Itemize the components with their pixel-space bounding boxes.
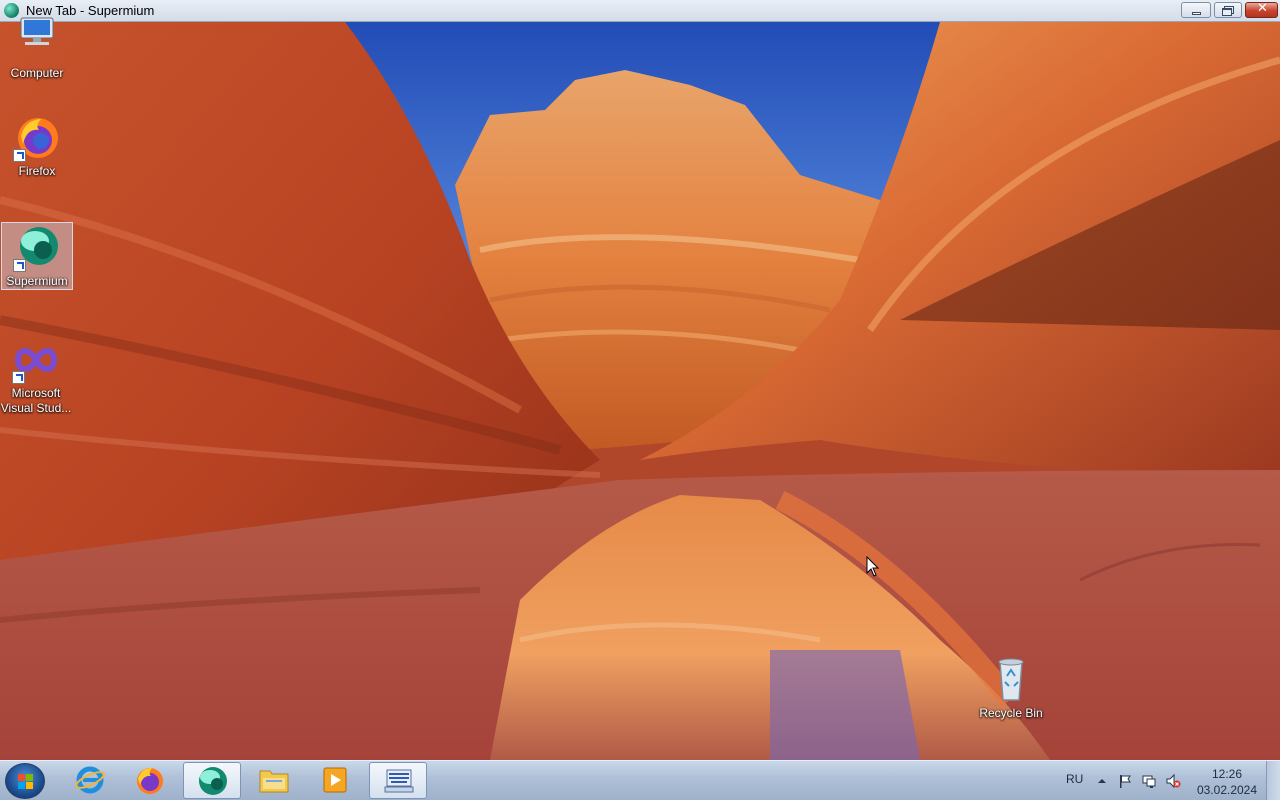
shortcut-arrow-icon	[13, 259, 26, 272]
clock-date: 03.02.2024	[1196, 783, 1258, 797]
folder-icon	[259, 770, 289, 793]
desktop-icon-label: Firefox	[18, 164, 56, 178]
show-hidden-icons-icon[interactable]	[1094, 773, 1110, 789]
desktop-wallpaper	[0, 0, 1280, 800]
mouse-cursor-icon	[866, 556, 880, 577]
media-player-icon	[323, 767, 347, 793]
internet-explorer-icon	[75, 766, 105, 794]
desktop-icon-label: Microsoft Visual Stud...	[0, 386, 72, 415]
close-button[interactable]: ✕	[1245, 1, 1278, 18]
taskbar-windows-explorer[interactable]	[245, 762, 303, 799]
show-desktop-button[interactable]	[1266, 761, 1280, 800]
visual-studio-icon	[12, 336, 60, 384]
shortcut-arrow-icon	[13, 149, 26, 162]
supermium-icon	[13, 224, 61, 272]
minimize-icon	[1192, 12, 1201, 15]
network-icon[interactable]	[1141, 773, 1157, 789]
computer-icon	[13, 16, 61, 64]
keyboard-icon	[384, 769, 414, 793]
close-icon: ✕	[1257, 1, 1268, 16]
firefox-icon	[137, 768, 163, 794]
minimize-button[interactable]	[1181, 2, 1211, 18]
window-title-bar[interactable]: New Tab - Supermium ✕	[0, 0, 1280, 22]
desktop-icon-label: Supermium	[6, 274, 68, 288]
volume-muted-icon[interactable]	[1165, 773, 1181, 789]
taskbar: RU 12:26 03.02.2024	[0, 760, 1280, 800]
start-button[interactable]	[5, 763, 45, 799]
firefox-icon	[13, 114, 61, 162]
taskbar-internet-explorer[interactable]	[61, 762, 119, 799]
desktop-icon-firefox[interactable]: Firefox	[1, 114, 73, 179]
taskbar-supermium[interactable]	[183, 762, 241, 799]
language-indicator[interactable]: RU	[1066, 772, 1083, 786]
taskbar-on-screen-keyboard[interactable]	[369, 762, 427, 799]
clock-time: 12:26	[1211, 767, 1243, 781]
taskbar-media-player[interactable]	[306, 762, 364, 799]
desktop-icon-computer[interactable]: Computer	[1, 16, 73, 81]
desktop-icon-recycle-bin[interactable]: Recycle Bin	[975, 656, 1047, 721]
taskbar-firefox[interactable]	[121, 762, 179, 799]
desktop-icon-label: Computer	[10, 66, 64, 80]
supermium-icon	[199, 767, 227, 795]
desktop-screen: New Tab - Supermium ✕ Computer Firefox S…	[0, 0, 1280, 800]
desktop-icon-supermium[interactable]: Supermium	[1, 222, 73, 290]
action-center-flag-icon[interactable]	[1117, 773, 1133, 789]
system-clock[interactable]: 12:26 03.02.2024	[1196, 766, 1258, 798]
desktop-icon-visual-studio[interactable]: Microsoft Visual Stud...	[0, 336, 72, 416]
desktop-icon-label: Recycle Bin	[979, 706, 1043, 720]
restore-button[interactable]	[1214, 2, 1242, 18]
shortcut-arrow-icon	[12, 371, 25, 384]
recycle-bin-icon	[987, 656, 1035, 704]
windows-logo-icon	[18, 774, 25, 781]
